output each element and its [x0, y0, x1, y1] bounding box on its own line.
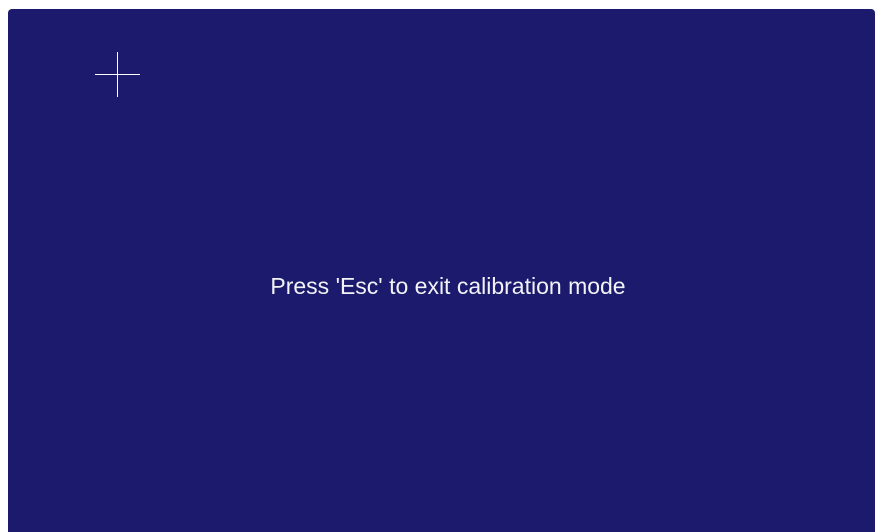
crosshair-icon[interactable]	[95, 52, 140, 97]
calibration-screen[interactable]: Press 'Esc' to exit calibration mode	[8, 9, 875, 532]
calibration-instruction-text: Press 'Esc' to exit calibration mode	[270, 273, 626, 299]
